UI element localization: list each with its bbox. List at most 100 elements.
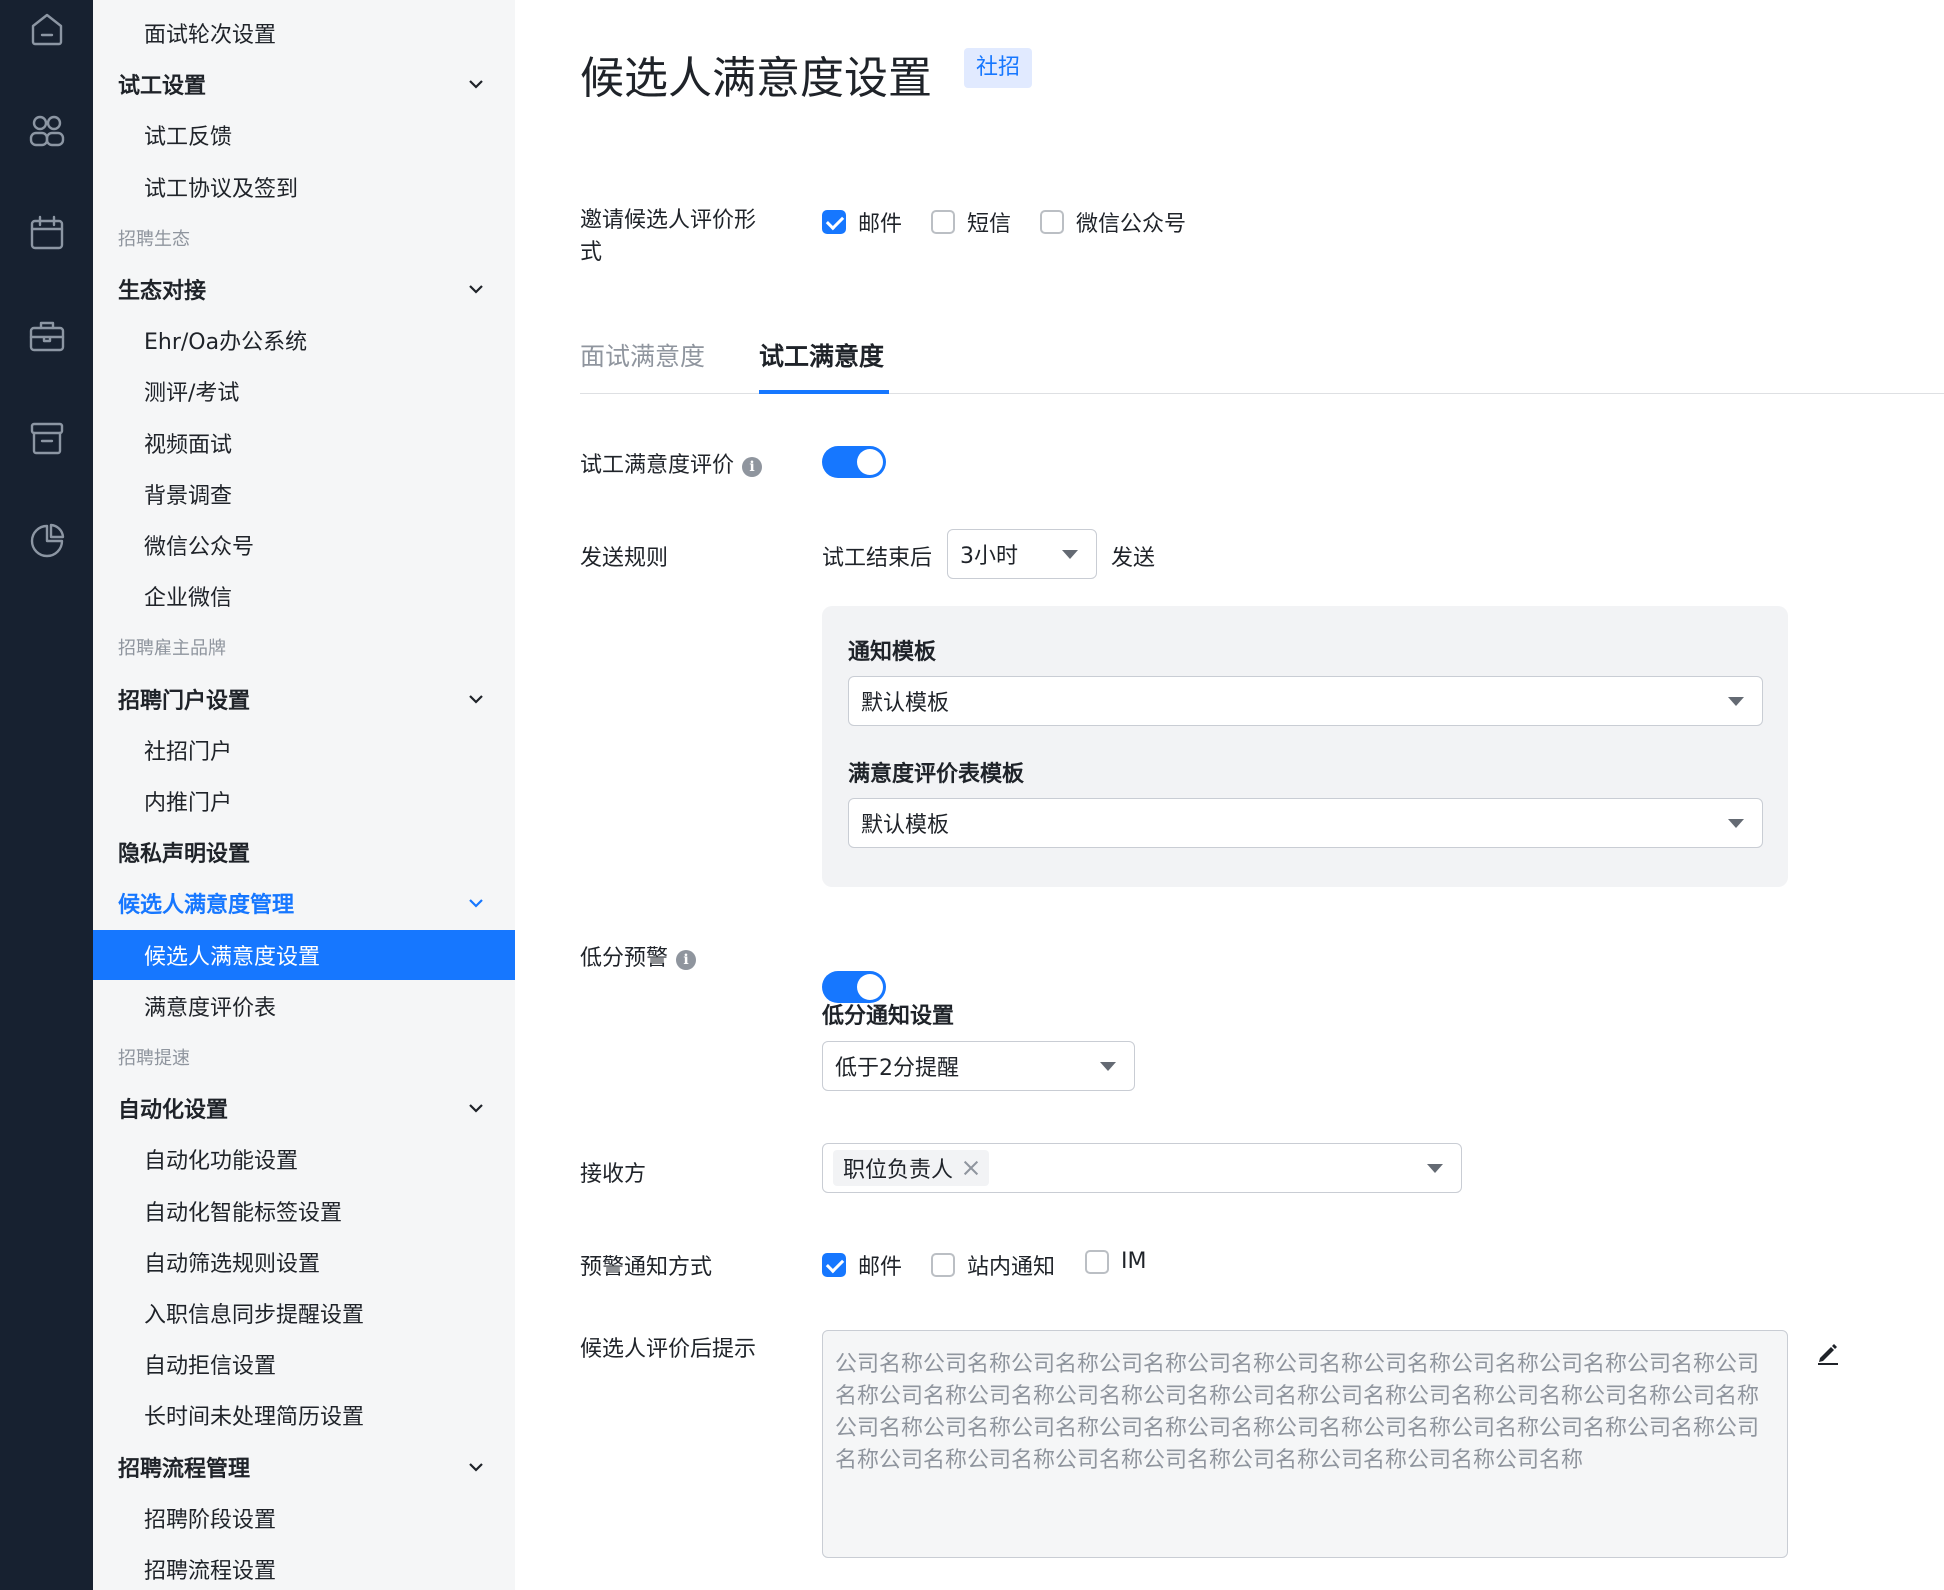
sidebar-item-label: 招聘提速 [118,1048,190,1069]
sidebar-item[interactable]: 候选人满意度设置 [93,929,515,980]
checkbox-unchecked-icon[interactable] [931,1253,955,1277]
sidebar-item[interactable]: 招聘阶段设置 [93,1493,515,1543]
invite-sms-checkbox[interactable]: 短信 [931,206,1011,238]
send-delay-select[interactable]: 3小时 [947,529,1097,579]
trial-eval-toggle[interactable] [822,446,886,478]
sidebar-item-label: 候选人满意度设置 [144,944,321,970]
invite-method-label-line2: 式 [580,240,603,265]
sidebar-item[interactable]: 自动化功能设置 [93,1134,515,1184]
chevron-down-icon[interactable] [467,894,485,912]
sidebar-item[interactable]: 长时间未处理简历设置 [93,1390,515,1440]
sidebar-item[interactable]: 社招门户 [93,725,515,775]
sidebar-item[interactable]: Ehr/Oa办公系统 [93,315,515,365]
notify-template-select[interactable]: 默认模板 [848,676,1763,726]
checkbox-checked-icon[interactable] [822,1253,846,1277]
low-score-threshold-select[interactable]: 低于2分提醒 [822,1041,1135,1091]
sidebar-group[interactable]: 招聘流程管理 [93,1442,515,1492]
checkbox-label: IM [1121,1249,1147,1274]
invite-method-label-line1: 邀请候选人评价形 [580,208,757,233]
sidebar-group[interactable]: 招聘门户设置 [93,674,515,724]
notify-template-label: 通知模板 [848,640,937,665]
send-delay-value: 3小时 [960,544,1018,569]
sidebar-item-label: 微信公众号 [144,535,255,560]
sidebar-item[interactable]: 入职信息同步提醒设置 [93,1288,515,1338]
sidebar-group[interactable]: 试工设置 [93,59,515,109]
sidebar-item[interactable]: 视频面试 [93,418,515,468]
caret-down-icon [1427,1164,1443,1173]
sidebar-group[interactable]: 生态对接 [93,264,515,314]
sidebar-item-label: 招聘生态 [118,228,190,250]
calendar-icon[interactable] [24,210,70,256]
main-content: 候选人满意度设置 社招 邀请候选人评价形 式 邮件 短信 微信公众号 面试满意度… [515,0,1944,1590]
template-panel: 通知模板 默认模板 满意度评价表模板 默认模板 [822,606,1788,887]
checkbox-label: 微信公众号 [1076,212,1187,237]
chevron-down-icon[interactable] [467,1458,485,1476]
alert-email-checkbox[interactable]: 邮件 [822,1249,902,1281]
sidebar-item[interactable]: 试工反馈 [93,110,515,160]
checkbox-label: 邮件 [858,212,903,237]
sidebar-item-label: 入职信息同步提醒设置 [144,1303,365,1328]
chevron-down-icon[interactable] [467,690,485,708]
recipient-label: 接收方 [580,1162,647,1187]
sidebar-group[interactable]: 候选人满意度管理 [93,878,515,928]
low-score-label: 低分预警 i [580,940,697,972]
caret-down-icon [1728,819,1744,828]
archive-icon[interactable] [24,415,70,461]
sidebar-item[interactable]: 测评/考试 [93,366,515,416]
alert-im-checkbox[interactable]: IM [1085,1249,1146,1274]
tab-trial-satisfaction[interactable]: 试工满意度 [759,337,884,373]
sidebar-item[interactable]: 满意度评价表 [93,981,515,1031]
invite-email-checkbox[interactable]: 邮件 [822,206,902,238]
chevron-down-icon[interactable] [467,75,485,93]
alert-inapp-checkbox[interactable]: 站内通知 [931,1249,1055,1281]
sidebar-section-heading: 招聘提速 [93,1032,515,1082]
checkbox-unchecked-icon[interactable] [1085,1249,1109,1274]
close-icon[interactable] [963,1160,979,1176]
sidebar-item-label: 候选人满意度管理 [118,893,295,919]
edit-icon[interactable] [1815,1340,1841,1366]
checkbox-label: 站内通知 [967,1255,1056,1280]
sidebar-item[interactable]: 自动拒信设置 [93,1339,515,1389]
sidebar-item[interactable]: 自动化智能标签设置 [93,1186,515,1236]
sidebar-item[interactable]: 试工协议及签到 [93,162,515,212]
recipient-chip-label: 职位负责人 [843,1158,954,1183]
chevron-down-icon[interactable] [467,1099,485,1117]
sidebar-item-label: 自动拒信设置 [144,1354,277,1380]
after-eval-tip-textarea[interactable]: 公司名称公司名称公司名称公司名称公司名称公司名称公司名称公司名称公司名称公司名称… [822,1330,1788,1558]
sidebar-item-label: 背景调查 [144,483,233,509]
recipient-select[interactable]: 职位负责人 [822,1143,1462,1193]
eval-form-template-select[interactable]: 默认模板 [848,798,1763,848]
sidebar-item-label: 社招门户 [144,739,233,765]
notify-template-value: 默认模板 [861,691,950,716]
settings-sidenav: 面试轮次设置 试工设置 试工反馈 试工协议及签到招聘生态生态对接 Ehr/Oa办公系统测… [93,0,515,1590]
home-icon[interactable] [24,6,70,52]
sidebar-item[interactable]: 背景调查 [93,469,515,519]
tab-interview-satisfaction[interactable]: 面试满意度 [580,337,705,373]
sidebar-item-label: 自动化智能标签设置 [144,1200,343,1226]
info-icon[interactable]: i [742,457,763,477]
tab-active-indicator [759,390,889,394]
sidebar-item-label: 自动化功能设置 [144,1149,299,1175]
checkbox-unchecked-icon[interactable] [931,210,955,234]
sidebar-group[interactable]: 自动化设置 [93,1083,515,1133]
sidebar-item[interactable]: 内推门户 [93,776,515,826]
invite-wechat-checkbox[interactable]: 微信公众号 [1040,206,1186,238]
after-eval-tip-label: 候选人评价后提示 [580,1337,757,1362]
info-icon[interactable]: i [676,950,697,970]
sidebar-item-label: 满意度评价表 [144,995,277,1021]
sidebar-item[interactable]: 微信公众号 [93,520,515,570]
sidebar-item-label: 内推门户 [144,791,233,816]
sidebar-group[interactable]: 隐私声明设置 [93,827,515,877]
pie-chart-icon[interactable] [24,518,70,564]
checkbox-checked-icon[interactable] [822,210,846,234]
checkbox-unchecked-icon[interactable] [1040,210,1064,234]
sidebar-item[interactable]: 面试轮次设置 [93,8,515,58]
chevron-down-icon[interactable] [467,280,485,298]
sidebar-item[interactable]: 招聘流程设置 [93,1544,515,1590]
checkbox-label: 短信 [967,212,1012,237]
sidebar-item-label: 测评/考试 [144,381,240,407]
sidebar-item[interactable]: 自动筛选规则设置 [93,1237,515,1287]
briefcase-icon[interactable] [24,313,70,359]
sidebar-item[interactable]: 企业微信 [93,571,515,621]
users-icon[interactable] [24,108,70,154]
